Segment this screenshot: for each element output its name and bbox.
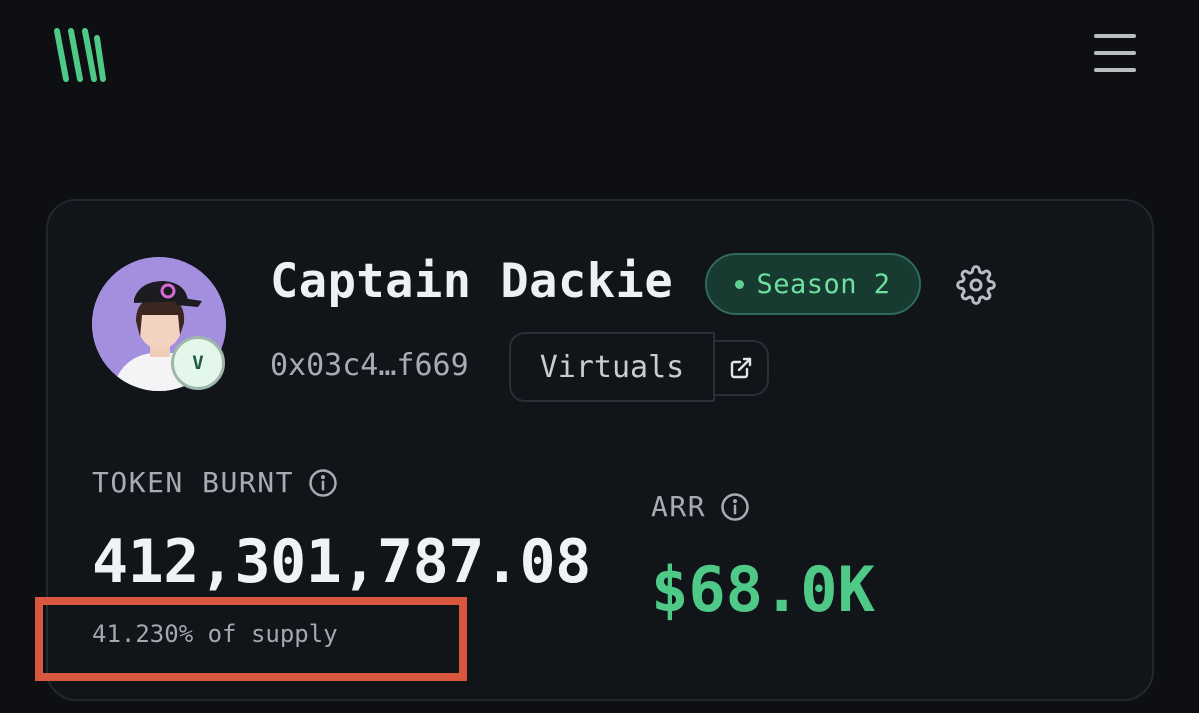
token-burnt-label: TOKEN BURNT	[92, 466, 338, 499]
platform-button[interactable]: Virtuals	[509, 332, 715, 402]
avatar-badge: V	[171, 336, 225, 390]
wallet-address[interactable]: 0x03c4…f669	[270, 348, 469, 383]
supply-percentage: 41.230% of supply	[92, 620, 338, 648]
info-icon[interactable]	[720, 492, 750, 522]
season-badge: Season 2	[705, 253, 921, 315]
season-label: Season 2	[756, 268, 891, 300]
arr-value: $68.0K	[651, 553, 875, 626]
info-icon[interactable]	[308, 468, 338, 498]
arr-label-text: ARR	[651, 490, 707, 523]
agent-name: Captain Dackie	[270, 254, 674, 309]
token-burnt-label-text: TOKEN BURNT	[92, 466, 294, 499]
brand-logo-icon[interactable]	[52, 26, 108, 84]
hamburger-menu-icon[interactable]	[1092, 32, 1138, 74]
gear-icon[interactable]	[956, 265, 996, 305]
arr-label: ARR	[651, 490, 750, 523]
external-link-icon	[730, 357, 752, 379]
page: V Captain Dackie Season 2 0x03c4…f669 Vi…	[0, 0, 1199, 713]
status-dot-icon	[735, 279, 745, 289]
token-burnt-value: 412,301,787.08	[92, 527, 591, 597]
external-link-button[interactable]	[713, 340, 769, 396]
